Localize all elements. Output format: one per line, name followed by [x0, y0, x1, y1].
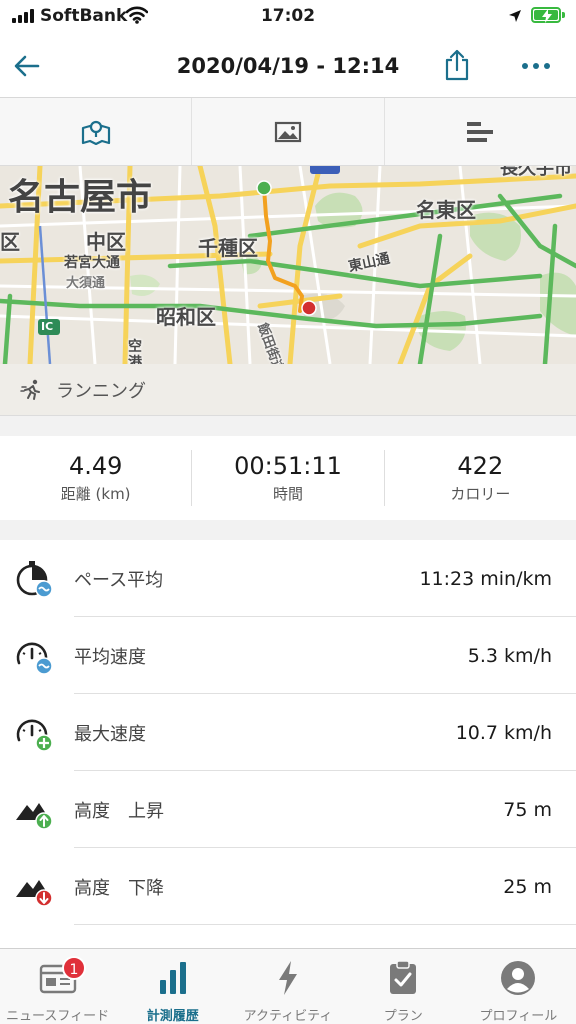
stat-value: 5.3 km/h — [467, 644, 552, 667]
map-label-nagoya: 名古屋市 — [8, 177, 153, 218]
tab-newsfeed[interactable]: 1 ニュースフィード — [0, 949, 115, 1024]
activity-type-row[interactable]: ランニング — [0, 364, 576, 416]
tab-profile[interactable]: プロフィール — [461, 949, 576, 1024]
map-label-osu: 大須通 — [66, 276, 106, 291]
bar-list-icon — [467, 121, 494, 142]
summary-value: 422 — [457, 452, 504, 480]
status-bar: SoftBank 17:02 — [0, 0, 576, 34]
workout-summary: 4.49 距離 (km) 00:51:11 時間 422 カロリー — [0, 436, 576, 520]
location-arrow-icon — [508, 8, 522, 27]
map-label-wakamiya: 若宮大通 — [64, 255, 120, 271]
battery-cap — [562, 12, 565, 18]
map-label-chikusa: 千種区 — [198, 236, 258, 260]
pace-stopwatch-icon — [16, 561, 53, 598]
share-button[interactable] — [440, 46, 474, 84]
stats-list: ペース平均 11:23 min/km 平均速度 5.3 km/h 最大速度 10… — [0, 540, 576, 950]
stat-label: 平均速度 — [74, 646, 146, 668]
map-label-meito: 名東区 — [416, 198, 476, 222]
navigation-header: 2020/04/19 - 12:14 — [0, 34, 576, 98]
summary-distance: 4.49 距離 (km) — [0, 450, 193, 506]
route-map[interactable]: 名古屋市 名東区 中区 千種区 昭和区 東山通 若宮大通 大須通 区 飯田街道 … — [0, 166, 576, 364]
status-time: 17:02 — [260, 6, 316, 26]
stat-row-avg-speed: 平均速度 5.3 km/h — [0, 617, 576, 694]
tab-map[interactable] — [0, 98, 193, 165]
summary-calories: 422 カロリー — [385, 450, 576, 506]
map-label-showa: 昭和区 — [156, 305, 216, 329]
stat-label: 高度 上昇 — [74, 800, 164, 822]
stat-row-elevation-down: 高度 下降 25 m — [0, 848, 576, 925]
summary-value: 4.49 — [68, 452, 123, 480]
stat-row-elevation-up: 高度 上昇 75 m — [0, 771, 576, 848]
photo-icon — [274, 121, 302, 142]
more-options-button[interactable] — [516, 54, 556, 78]
stat-row-pace: ペース平均 11:23 min/km — [0, 540, 576, 617]
battery-icon — [531, 7, 561, 23]
tab-label: 計測履歴 — [146, 1009, 199, 1024]
page-title: 2020/04/19 - 12:14 — [176, 54, 400, 78]
map-label-minato: 港 — [128, 355, 142, 364]
tab-history[interactable]: 計測履歴 — [115, 949, 230, 1024]
tab-activity[interactable]: アクティビティ — [230, 949, 345, 1024]
summary-value: 00:51:11 — [234, 452, 342, 480]
tab-plan[interactable]: プラン — [346, 949, 461, 1024]
stat-value: 10.7 km/h — [455, 721, 552, 744]
tab-splits[interactable] — [385, 98, 576, 165]
lightning-icon — [268, 959, 308, 997]
avg-speed-gauge-icon — [16, 642, 53, 675]
view-tabs — [0, 98, 576, 166]
summary-label: 時間 — [272, 485, 303, 503]
tab-label: ニュースフィード — [6, 1009, 110, 1024]
tab-label: プロフィール — [479, 1009, 558, 1024]
activity-type-label: ランニング — [56, 380, 146, 402]
tab-label: プラン — [383, 1009, 423, 1024]
notification-badge: 1 — [62, 956, 86, 980]
stat-value: 25 m — [503, 875, 552, 898]
map-label-top-right: 長久手市 — [500, 166, 572, 179]
stat-value: 11:23 min/km — [419, 567, 552, 590]
tab-label: アクティビティ — [243, 1009, 333, 1024]
profile-avatar-icon — [498, 959, 538, 997]
bottom-tab-bar: 1 ニュースフィード 計測履歴 アクティビティ プラン プロフィール — [0, 948, 576, 1024]
running-icon — [20, 379, 40, 400]
stat-row-max-speed: 最大速度 10.7 km/h — [0, 694, 576, 771]
max-speed-gauge-icon — [16, 719, 53, 752]
more-dot — [544, 63, 550, 69]
more-dot — [522, 63, 528, 69]
clipboard-check-icon — [383, 959, 423, 997]
map-icon — [81, 120, 110, 145]
summary-duration: 00:51:11 時間 — [192, 450, 385, 506]
more-dot — [533, 63, 539, 69]
map-label-ku: 区 — [0, 230, 20, 254]
tab-photos[interactable] — [192, 98, 385, 165]
stat-label: 高度 下降 — [74, 877, 164, 899]
stat-label: 最大速度 — [74, 723, 146, 745]
map-label-ic: IC — [41, 320, 54, 333]
bar-chart-icon — [153, 959, 193, 997]
elevation-up-icon — [16, 803, 53, 830]
elevation-down-icon — [16, 880, 53, 907]
summary-label: 距離 (km) — [60, 485, 131, 503]
stat-label: ペース平均 — [74, 569, 164, 591]
map-label-naka: 中区 — [86, 230, 126, 254]
stat-value: 75 m — [503, 798, 552, 821]
share-icon — [445, 49, 469, 81]
summary-label: カロリー — [450, 485, 511, 503]
